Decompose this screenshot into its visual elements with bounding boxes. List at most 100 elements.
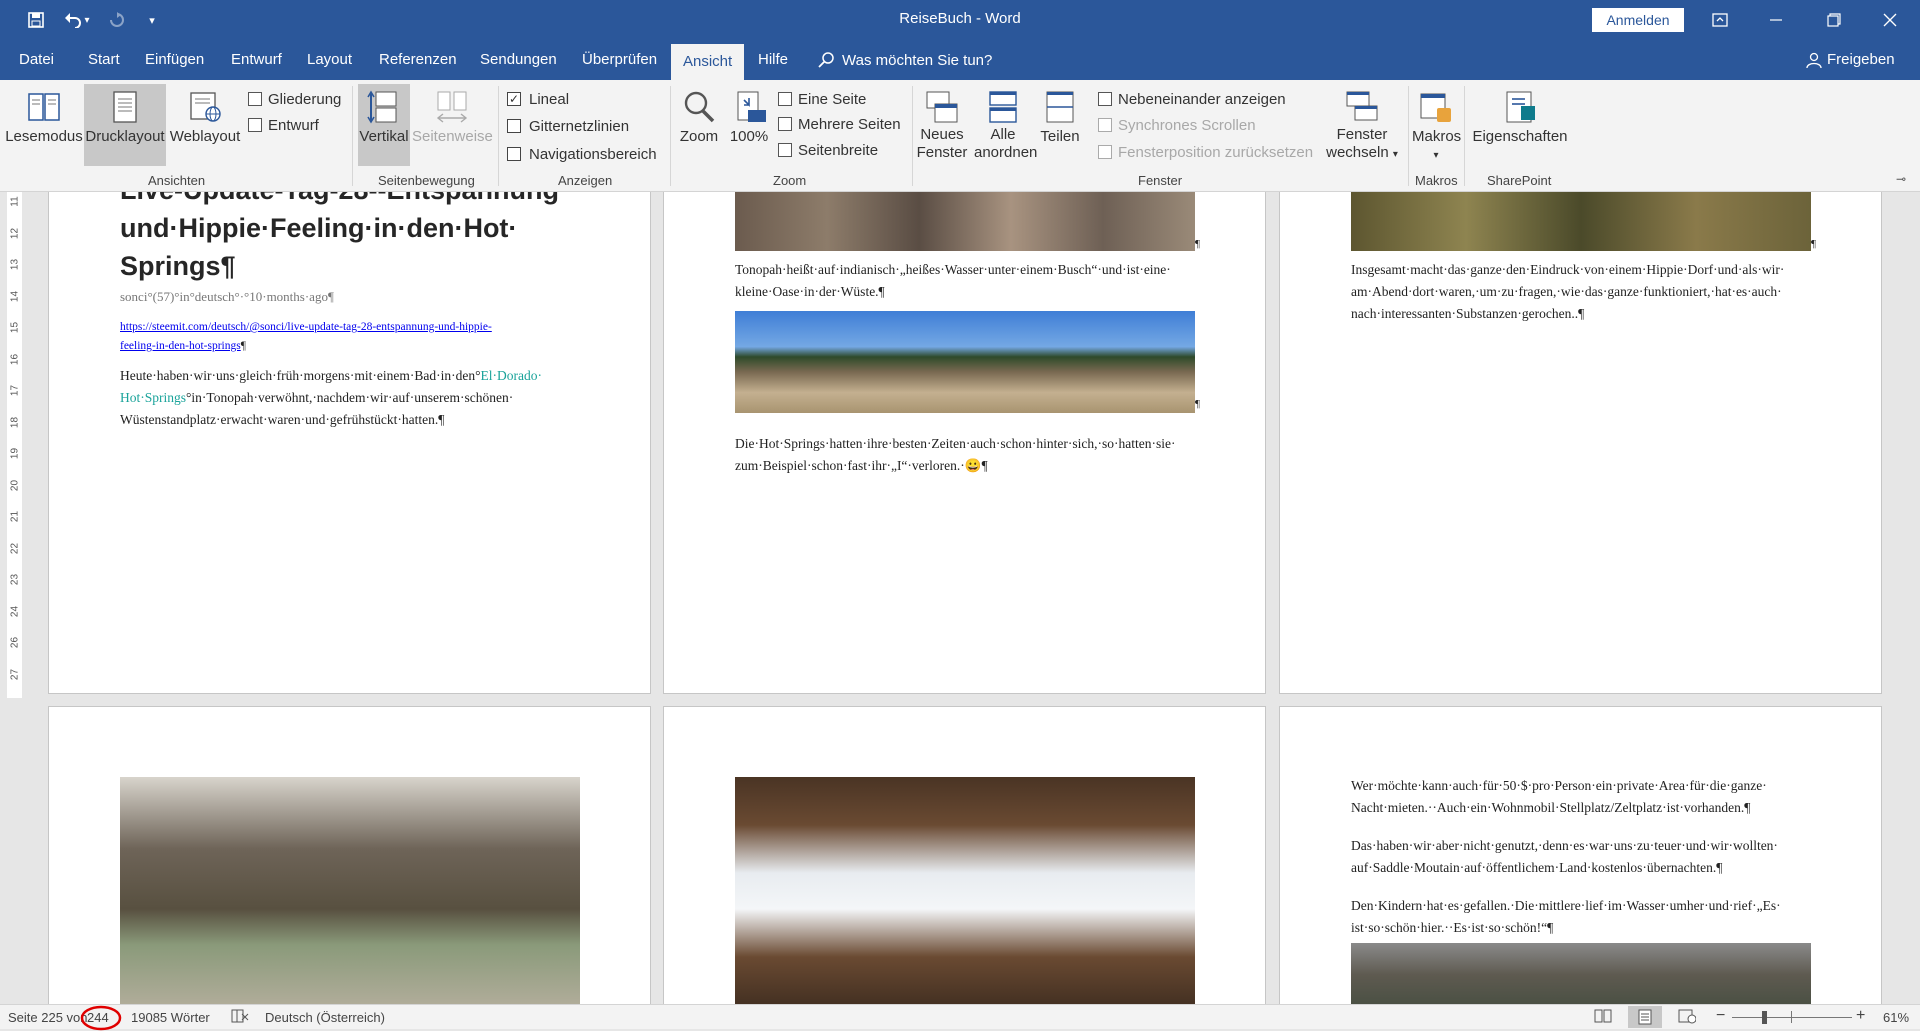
link-line[interactable]: feeling-in-den-hot-springs <box>120 340 241 352</box>
eigenschaften-button[interactable]: Eigenschaften <box>1470 84 1570 166</box>
post-heading: Live-Update-Tag-28--Entspannung und·Hipp… <box>120 192 559 285</box>
neues-fenster-button[interactable]: Neues Fenster <box>916 84 968 166</box>
web-layout-icon <box>190 92 221 122</box>
close-icon[interactable] <box>1862 0 1918 40</box>
ribbon-ansicht: Lesemodus Drucklayout Weblayout Gliederu… <box>0 80 1920 192</box>
hot-springs-link[interactable]: Hot·Springs <box>120 390 186 405</box>
makros-button[interactable]: Makros ▾ <box>1412 84 1462 166</box>
sign-in-button[interactable]: Anmelden <box>1592 8 1684 32</box>
teilen-button[interactable]: Teilen <box>1036 84 1084 166</box>
grass-photo <box>1351 192 1811 251</box>
group-label-sharepoint: SharePoint <box>1487 173 1552 188</box>
lesemodus-label: Lesemodus <box>5 128 83 145</box>
reset-window-icon <box>1098 145 1112 159</box>
tab-layout[interactable]: Layout <box>307 51 352 68</box>
weblayout-button[interactable]: Weblayout <box>166 84 244 166</box>
body-text: zum·Beispiel·schon·fast·ihr·„I“·verloren… <box>735 458 988 473</box>
group-separator <box>352 86 353 186</box>
restore-icon[interactable] <box>1806 0 1862 40</box>
vertikal-label: Vertikal <box>359 128 409 145</box>
minimize-icon[interactable] <box>1748 0 1804 40</box>
page[interactable] <box>663 706 1266 1004</box>
zoom-label: Zoom <box>679 128 719 145</box>
tab-start[interactable]: Start <box>88 51 120 68</box>
print-layout-view-icon[interactable] <box>1628 1006 1662 1028</box>
zoom-in-button[interactable]: + <box>1856 1007 1865 1025</box>
mehrere-seiten-button[interactable]: Mehrere Seiten <box>778 113 901 135</box>
link-line[interactable]: https://steemit.com/deutsch/@sonci/live-… <box>120 318 492 337</box>
chevron-down-icon: ▾ <box>1433 150 1439 161</box>
web-layout-view-icon[interactable] <box>1678 1008 1697 1027</box>
alle-anordnen-label-1: Alle <box>990 126 1016 143</box>
tab-einfuegen[interactable]: Einfügen <box>145 51 204 68</box>
eine-seite-button[interactable]: Eine Seite <box>778 88 866 110</box>
page-width-icon <box>778 143 792 157</box>
body-text: Wüstenstandplatz·erwacht·waren·und·gefrü… <box>120 412 445 427</box>
gitternetzlinien-checkbox[interactable]: Gitternetzlinien <box>507 115 629 137</box>
page-position-label[interactable]: Seite 225 von <box>8 1010 88 1025</box>
makros-label: Makros <box>1412 128 1462 145</box>
tab-sendungen[interactable]: Sendungen <box>480 51 557 68</box>
zoom-100-button[interactable]: 100% <box>726 84 772 166</box>
alle-anordnen-button[interactable]: Alle anordnen <box>974 84 1037 166</box>
group-separator <box>1464 86 1465 186</box>
tell-me-search[interactable]: Was möchten Sie tun? <box>818 51 992 69</box>
tab-referenzen[interactable]: Referenzen <box>379 51 457 68</box>
gliederung-button[interactable]: Gliederung <box>248 88 341 110</box>
word-count[interactable]: 19085 Wörter <box>131 1010 210 1025</box>
tab-hilfe[interactable]: Hilfe <box>758 51 788 68</box>
proofing-icon[interactable] <box>231 1008 249 1027</box>
share-button[interactable]: Freigeben <box>1806 51 1895 68</box>
read-mode-view-icon[interactable] <box>1594 1008 1612 1027</box>
zoom-out-button[interactable]: − <box>1716 1007 1725 1025</box>
body-text: kleine·Oase·in·der·Wüste.¶ <box>735 284 885 299</box>
body-text: Wer·möchte·kann·auch·für·50·$·pro·Person… <box>1351 778 1767 793</box>
body-text: Nacht·mieten.··Auch·ein·Wohnmobil·Stellp… <box>1351 800 1751 815</box>
ruler-number: 22 <box>9 542 21 554</box>
neues-fenster-label-1: Neues <box>920 126 964 143</box>
teilen-label: Teilen <box>1040 128 1080 145</box>
tab-entwurf[interactable]: Entwurf <box>231 51 282 68</box>
page[interactable]: ¶ Tonopah·heißt·auf·indianisch·„heißes·W… <box>663 192 1266 694</box>
body-text: am·Abend·dort·waren,·um·zu·fragen,·wie·d… <box>1351 284 1782 299</box>
post-link[interactable]: https://steemit.com/deutsch/@sonci/live-… <box>120 318 492 356</box>
page[interactable]: Wer·möchte·kann·auch·für·50·$·pro·Person… <box>1279 706 1882 1004</box>
vertikal-button[interactable]: Vertikal <box>358 84 410 166</box>
fensterposition-button: Fensterposition zurücksetzen <box>1098 141 1313 163</box>
pin-ribbon-icon[interactable]: ⊸ <box>1896 172 1906 186</box>
ruler-number: 27 <box>9 668 21 680</box>
status-bar: Seite 225 von 244 19085 Wörter Deutsch (… <box>0 1004 1920 1031</box>
zoom-button[interactable]: Zoom <box>676 84 722 166</box>
language-label[interactable]: Deutsch (Österreich) <box>265 1010 385 1025</box>
navigationsbereich-checkbox[interactable]: Navigationsbereich <box>507 143 657 165</box>
share-label: Freigeben <box>1827 51 1895 68</box>
ribbon-display-options-icon[interactable] <box>1692 0 1748 40</box>
fenster-wechseln-button[interactable]: Fenster wechseln ▾ <box>1320 84 1404 166</box>
tab-datei[interactable]: Datei <box>19 51 54 68</box>
zoom-100-label: 100% <box>729 128 769 145</box>
entwurf-button[interactable]: Entwurf <box>248 114 319 136</box>
vertical-ruler[interactable]: 11 12 13 14 15 16 17 18 19 20 21 22 23 24 26 27 <box>0 192 22 1004</box>
page[interactable]: ¶ Insgesamt·macht·das·ganze·den·Eindruck… <box>1279 192 1882 694</box>
lineal-checkbox[interactable]: ✓ Lineal <box>507 88 569 110</box>
tab-ansicht[interactable]: Ansicht <box>671 44 745 80</box>
group-label-makros: Makros <box>1415 173 1458 188</box>
heading-line: und·Hippie·Feeling·in·den·Hot· <box>120 213 518 243</box>
document-area[interactable]: Live-Update-Tag-28--Entspannung und·Hipp… <box>22 192 1920 1004</box>
zoom-level[interactable]: 61% <box>1883 1010 1909 1025</box>
pilcrow: ¶ <box>1811 238 1816 250</box>
body-paragraph: Heute·haben·wir·uns·gleich·früh·morgens·… <box>120 365 542 431</box>
page[interactable] <box>48 706 651 1004</box>
zoom-slider-thumb[interactable] <box>1762 1011 1767 1024</box>
lesemodus-button[interactable]: Lesemodus <box>4 84 84 166</box>
seitenbreite-button[interactable]: Seitenbreite <box>778 139 878 161</box>
el-dorado-link[interactable]: El·Dorado· <box>481 368 542 383</box>
drucklayout-button[interactable]: Drucklayout <box>84 84 166 166</box>
split-icon <box>1046 91 1074 123</box>
eigenschaften-label: Eigenschaften <box>1472 128 1568 145</box>
tab-ueberpruefen[interactable]: Überprüfen <box>582 51 657 68</box>
nebeneinander-button[interactable]: Nebeneinander anzeigen <box>1098 88 1286 110</box>
page[interactable]: Live-Update-Tag-28--Entspannung und·Hipp… <box>48 192 651 694</box>
zoom-slider-track[interactable] <box>1732 1017 1852 1018</box>
body-paragraph: Tonopah·heißt·auf·indianisch·„heißes·Was… <box>735 259 1171 303</box>
